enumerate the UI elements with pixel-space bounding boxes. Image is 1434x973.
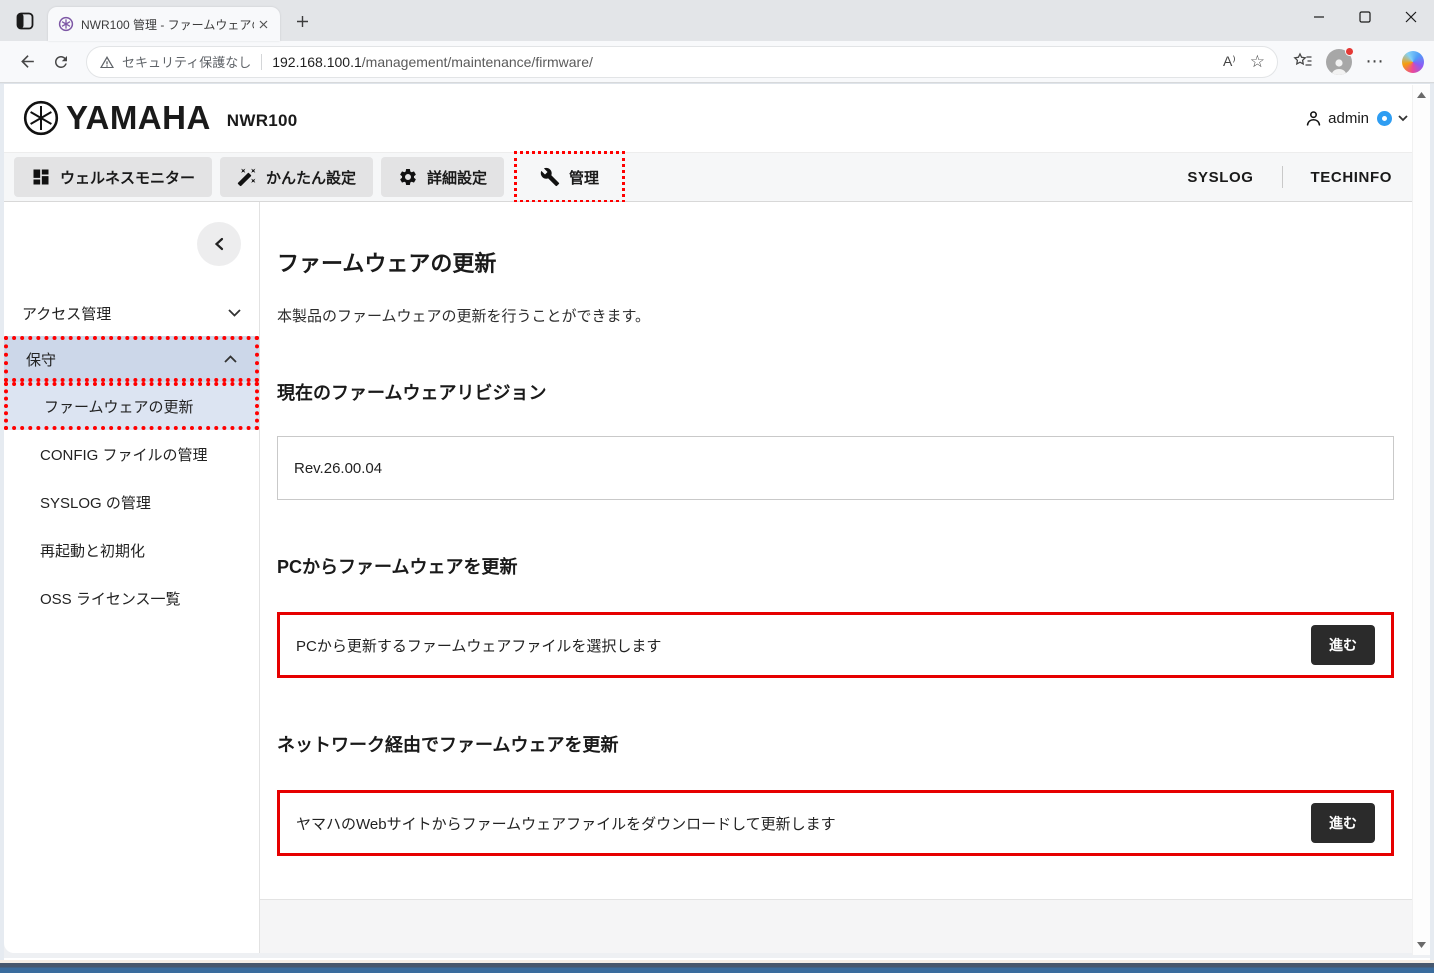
nav-wellness-monitor[interactable]: ウェルネスモニター <box>14 157 213 197</box>
model-name: NWR100 <box>226 111 298 130</box>
nav-easy-setup[interactable]: かんたん設定 <box>220 157 374 197</box>
current-revision-value: Rev.26.00.04 <box>294 459 383 477</box>
taskbar-strip <box>0 963 1434 973</box>
browser-toolbar: セキュリティ保護なし 192.168.100.1/management/main… <box>0 41 1434 83</box>
dashboard-icon <box>33 169 49 185</box>
chevron-left-icon <box>214 237 224 251</box>
favorites-hub-icon[interactable] <box>1286 45 1320 79</box>
profile-notification-dot <box>1345 46 1354 56</box>
network-update-proceed-button[interactable]: 進む <box>1311 803 1375 843</box>
magic-wand-icon <box>237 168 256 187</box>
new-tab-icon[interactable] <box>288 7 316 35</box>
brand-name: YAMAHA <box>66 99 211 136</box>
window-controls <box>1296 0 1434 34</box>
techinfo-link[interactable]: TECHINFO <box>1283 169 1420 186</box>
logged-in-user: admin <box>1328 109 1369 127</box>
security-label: セキュリティ保護なし <box>122 55 252 70</box>
site-header: YAMAHA NWR100 admin <box>4 84 1430 152</box>
url-host: 192.168.100.1 <box>272 53 362 70</box>
address-bar[interactable]: セキュリティ保護なし 192.168.100.1/management/main… <box>86 45 1278 78</box>
favicon-icon <box>58 16 74 32</box>
main-area: ファームウェアの更新 本製品のファームウェアの更新を行うことができます。 現在の… <box>260 202 1412 953</box>
pc-update-heading: PCからファームウェアを更新 <box>277 557 518 577</box>
browser-tabstrip: NWR100 管理 - ファームウェアの更新 <box>0 0 1434 41</box>
syslog-link[interactable]: SYSLOG <box>1159 169 1281 186</box>
pc-update-text: PCから更新するファームウェアファイルを選択します <box>296 637 662 655</box>
read-aloud-icon[interactable]: A⁾ <box>1223 53 1236 70</box>
nav-manage[interactable]: 管理 <box>523 157 616 197</box>
tab-actions-menu-icon[interactable] <box>10 6 40 36</box>
account-menu[interactable]: admin <box>1304 109 1408 128</box>
gear-icon <box>400 169 416 185</box>
favorite-star-icon[interactable]: ☆ <box>1250 52 1265 72</box>
main-content: ファームウェアの更新 本製品のファームウェアの更新を行うことができます。 現在の… <box>260 202 1412 900</box>
sidebar-item-oss-license[interactable]: OSS ライセンス一覧 <box>4 574 259 622</box>
status-ring-icon <box>1377 110 1392 126</box>
sidebar-group-access[interactable]: アクセス管理 <box>4 290 259 336</box>
nav-links: SYSLOG TECHINFO <box>1159 166 1420 188</box>
copilot-icon[interactable] <box>1402 50 1424 73</box>
user-icon <box>1306 110 1321 126</box>
tab-close-icon[interactable] <box>254 15 272 33</box>
sidebar-item-firmware-update[interactable]: ファームウェアの更新 <box>4 382 259 430</box>
settings-more-icon[interactable]: ⋯ <box>1358 45 1392 79</box>
chevron-down-icon <box>228 309 241 317</box>
main-nav: ウェルネスモニター かんたん設定 詳細設定 管理 SYSLOG TECHINFO <box>4 151 1430 203</box>
network-update-heading: ネットワーク経由でファームウェアを更新 <box>277 735 619 755</box>
pc-update-row: PCから更新するファームウェアファイルを選択します 進む <box>277 612 1394 678</box>
scroll-up-icon[interactable] <box>1413 87 1430 103</box>
content-row: アクセス管理 保守 ファームウェアの更新 CONFIG ファイルの管理 SYSL… <box>4 202 1430 958</box>
yamaha-logo: YAMAHA <box>22 99 211 137</box>
network-update-text: ヤマハのWebサイトからファームウェアファイルをダウンロードして更新します <box>296 815 836 833</box>
annotation-dotted-box-manage: 管理 <box>514 151 626 203</box>
page-viewport: YAMAHA NWR100 admin ウェルネスモニター かんたん設定 詳細設… <box>0 84 1434 960</box>
chevron-down-icon <box>1398 114 1408 121</box>
network-update-row: ヤマハのWebサイトからファームウェアファイルをダウンロードして更新します 進む <box>277 790 1394 856</box>
window-minimize-icon[interactable] <box>1296 0 1342 34</box>
pc-update-proceed-button[interactable]: 進む <box>1311 625 1375 665</box>
page-footer <box>260 900 1412 953</box>
scroll-down-icon[interactable] <box>1413 937 1430 953</box>
page-description: 本製品のファームウェアの更新を行うことができます。 <box>277 308 651 325</box>
window-close-icon[interactable] <box>1388 0 1434 34</box>
tab-title: NWR100 管理 - ファームウェアの更新 <box>81 17 254 32</box>
sidebar-item-syslog-management[interactable]: SYSLOG の管理 <box>4 478 259 526</box>
page-scrollbar[interactable] <box>1412 85 1430 955</box>
page-url: 192.168.100.1/management/maintenance/fir… <box>272 54 593 70</box>
url-path: /management/maintenance/firmware/ <box>361 53 593 70</box>
sidebar: アクセス管理 保守 ファームウェアの更新 CONFIG ファイルの管理 SYSL… <box>4 202 260 953</box>
sidebar-item-config-management[interactable]: CONFIG ファイルの管理 <box>4 430 259 478</box>
yamaha-tuning-fork-icon <box>23 100 59 136</box>
current-revision-heading: 現在のファームウェアリビジョン <box>277 383 547 403</box>
current-revision-box: Rev.26.00.04 <box>277 436 1394 500</box>
page-title: ファームウェアの更新 <box>277 251 497 276</box>
chevron-up-icon <box>224 355 237 363</box>
address-divider <box>261 53 263 70</box>
wrench-icon <box>540 167 560 187</box>
sidebar-group-maintenance[interactable]: 保守 <box>4 336 259 382</box>
sidebar-item-reboot-init[interactable]: 再起動と初期化 <box>4 526 259 574</box>
back-icon[interactable] <box>10 45 44 79</box>
sidebar-collapse-button[interactable] <box>197 222 241 266</box>
nav-advanced-settings[interactable]: 詳細設定 <box>381 157 505 197</box>
browser-tab[interactable]: NWR100 管理 - ファームウェアの更新 <box>48 7 280 41</box>
refresh-icon[interactable] <box>44 45 78 79</box>
not-secure-warning-icon[interactable] <box>99 54 115 70</box>
profile-avatar[interactable] <box>1326 46 1354 75</box>
window-maximize-icon[interactable] <box>1342 0 1388 34</box>
